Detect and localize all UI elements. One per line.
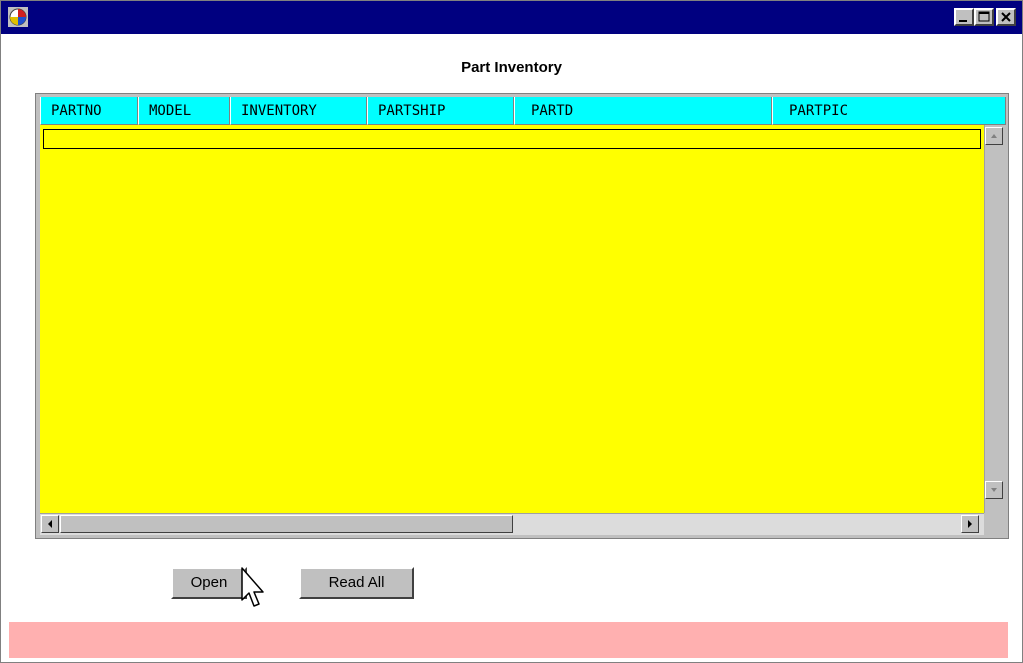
scrollbar-corner [984, 513, 1004, 535]
scroll-left-button[interactable] [41, 515, 59, 533]
scroll-right-button[interactable] [961, 515, 979, 533]
column-header-partd[interactable]: PARTD [514, 97, 772, 125]
app-icon[interactable] [8, 7, 28, 27]
maximize-button[interactable] [974, 8, 994, 26]
table-header: PARTNO MODEL INVENTORY PARTSHIP PARTD PA… [40, 97, 1006, 125]
scroll-down-button[interactable] [985, 481, 1003, 499]
column-header-model[interactable]: MODEL [138, 97, 230, 125]
maximize-icon [978, 11, 990, 22]
horizontal-scrollbar[interactable] [40, 513, 984, 535]
mouse-cursor-icon [241, 567, 264, 607]
status-bar [9, 622, 1008, 658]
column-header-partship[interactable]: PARTSHIP [367, 97, 514, 125]
arrow-left-icon [48, 520, 52, 528]
minimize-icon [959, 20, 967, 22]
close-icon [1001, 12, 1011, 22]
arrow-down-icon [991, 488, 997, 492]
horizontal-scroll-thumb[interactable] [60, 515, 513, 533]
column-header-inventory[interactable]: INVENTORY [230, 97, 367, 125]
close-button[interactable] [996, 8, 1016, 26]
column-header-partno[interactable]: PARTNO [40, 97, 138, 125]
inventory-table: PARTNO MODEL INVENTORY PARTSHIP PARTD PA… [35, 93, 1009, 539]
column-header-partpic[interactable]: PARTPIC [772, 97, 1006, 125]
arrow-up-icon [991, 134, 997, 138]
page-title: Part Inventory [461, 59, 562, 76]
read-all-button[interactable]: Read All [299, 567, 414, 599]
table-body[interactable] [40, 125, 984, 513]
arrow-right-icon [968, 520, 972, 528]
open-button[interactable]: Open [171, 567, 247, 599]
scroll-up-button[interactable] [985, 127, 1003, 145]
table-row[interactable] [43, 129, 981, 149]
vertical-scrollbar[interactable] [984, 125, 1004, 513]
title-bar[interactable] [1, 1, 1022, 34]
app-window: Part Inventory PARTNO MODEL INVENTORY PA… [0, 0, 1023, 663]
minimize-button[interactable] [954, 8, 974, 26]
